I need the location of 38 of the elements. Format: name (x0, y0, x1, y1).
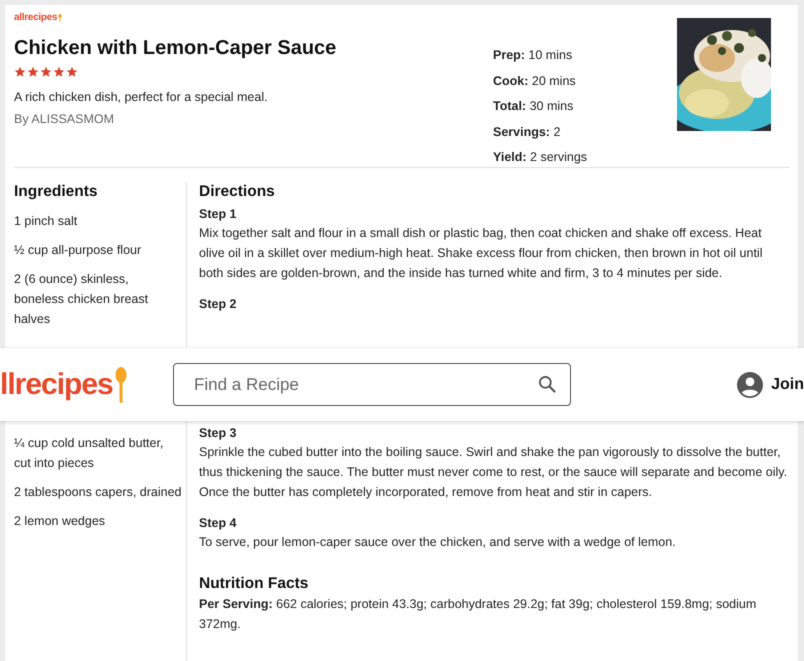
ingredient-item: ¼ cup cold unsalted butter, cut into pieces (14, 435, 164, 472)
author-name: By ALISSASMOM (14, 112, 116, 126)
nutrition-heading: Nutrition Facts (199, 574, 310, 594)
ingredient-item: 1 pinch salt (14, 213, 78, 230)
recipe-fact: Cook: 20 mins (493, 72, 576, 90)
step-text: Sprinkle the cubed butter into the boiling sauce. Swirl and shake the pan vigorously to dissolve the butter, thus thickening the sauce. The butter must never come to rest, or the sauce will separate and become oily. Once the butter has completely incorporated, remove from heat and stir in capers. (199, 444, 788, 501)
ingredient-item: 2 lemon wedges (14, 513, 106, 530)
recipe-fact: Servings: 2 (493, 124, 560, 141)
directions-heading: Directions (199, 182, 276, 202)
ingredient-item: ½ cup all-purpose flour (14, 242, 142, 259)
nutrition-text: Per Serving: 662 calories; protein 43.3g; carbohydrates 29.2g; fat 39g; cholesterol 159.8mg; sodium 372mg. (199, 596, 758, 633)
star-icon (14, 66, 26, 78)
star-icon (66, 66, 78, 78)
step-heading: Step 2 (199, 296, 238, 313)
step-heading: Step 1 (199, 206, 238, 223)
step-text: To serve, pour lemon-caper sauce over the chicken, and serve with a wedge of lemon. (199, 534, 677, 551)
join-link[interactable]: Join (771, 376, 804, 394)
search-icon[interactable] (537, 374, 557, 394)
step-text: Mix together salt and flour in a small dish or plastic bag, then coat chicken and shake off excess. Heat olive oil in a skillet over medium-high heat. Shake excess flour from chicken, then brown in hot oil until both sides are golden-brown, and the inside has turned white and firm, 3 to 4 minutes per side. (199, 225, 764, 282)
step-heading: Step 3 (199, 425, 238, 442)
account-icon[interactable] (737, 372, 764, 398)
spoon-icon (58, 13, 62, 23)
star-icon (53, 66, 65, 78)
ingredients-heading: Ingredients (14, 182, 99, 202)
star-icon (40, 66, 52, 78)
recipe-description: A rich chicken dish, perfect for a special meal. (14, 90, 269, 104)
search-field[interactable]: Find a Recipe (173, 363, 571, 406)
spoon-icon (114, 366, 127, 402)
site-logo[interactable]: llrecipes (0, 368, 113, 402)
recipe-fact: Yield: 2 servings (493, 149, 588, 166)
recipe-fact: Prep: 10 mins (493, 47, 572, 64)
ingredient-item: 2 (6 ounce) skinless, boneless chicken breast halves (14, 271, 150, 328)
brand-logo[interactable]: allrecipes (14, 12, 58, 23)
ingredient-item: 2 tablespoons capers, drained (14, 484, 182, 501)
step-heading: Step 4 (199, 515, 238, 532)
star-icon (27, 66, 39, 78)
recipe-title: Chicken with Lemon-Caper Sauce (14, 36, 338, 60)
recipe-fact: Total: 30 mins (493, 98, 574, 115)
